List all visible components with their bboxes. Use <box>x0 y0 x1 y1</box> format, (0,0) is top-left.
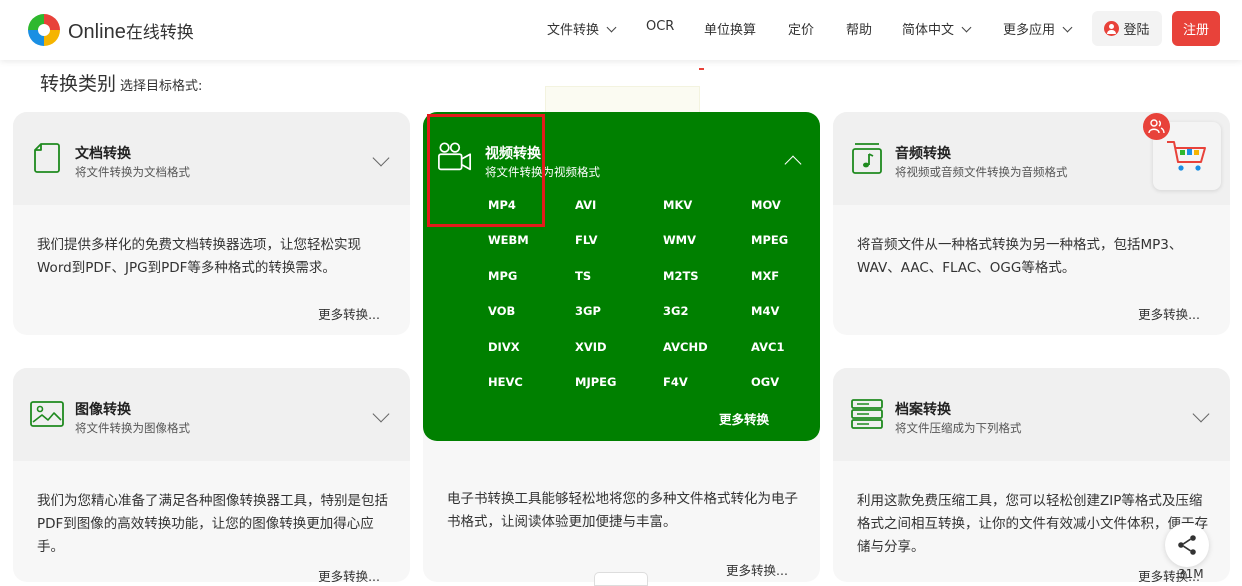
share-icon <box>1178 535 1196 555</box>
more-conversions-link[interactable]: 更多转换... <box>726 560 788 579</box>
chevron-down-icon <box>606 22 617 33</box>
selection-highlight <box>427 114 545 227</box>
nav-language[interactable]: 简体中文 <box>902 19 972 38</box>
card-header[interactable]: 档案转换 将文件压缩成为下列格式 <box>833 368 1230 461</box>
card-description: 利用这款免费压缩工具，您可以轻松创建ZIP等格式及压缩格式之间相互转换，让你的文… <box>857 493 1208 555</box>
format-option[interactable]: 3GP <box>575 304 601 318</box>
card-title: 文档转换 <box>75 146 131 162</box>
card-subtitle: 将视频或音频文件转换为音频格式 <box>895 165 1068 179</box>
card-header[interactable]: 图像转换 将文件转换为图像格式 <box>13 368 410 461</box>
top-navbar: Online在线转换 文件转换 OCR 单位换算 定价 帮助 简体中文 更多应用… <box>0 0 1242 60</box>
nav-more-apps[interactable]: 更多应用 <box>1003 19 1073 38</box>
audio-file-icon <box>852 143 882 174</box>
brand-zh: 在线转换 <box>125 23 194 42</box>
format-option[interactable]: OGV <box>751 375 779 389</box>
format-option[interactable]: F4V <box>663 375 688 389</box>
more-conversions-link[interactable]: 更多转换 <box>719 409 769 428</box>
nav-unit-conversion[interactable]: 单位换算 <box>704 19 756 38</box>
format-option[interactable]: WEBM <box>488 233 529 247</box>
site-logo-icon[interactable] <box>26 12 62 48</box>
card-header[interactable]: 文档转换 将文件转换为文档格式 <box>13 112 410 205</box>
format-option[interactable]: M4V <box>751 304 779 318</box>
nav-pricing[interactable]: 定价 <box>788 19 814 38</box>
format-option[interactable]: 3G2 <box>663 304 688 318</box>
format-option[interactable]: MJPEG <box>575 375 616 389</box>
chevron-down-icon[interactable] <box>1192 405 1210 423</box>
more-conversions-link[interactable]: 更多转换... <box>318 304 380 323</box>
image-icon <box>30 401 64 427</box>
section-title: 转换类别 选择目标格式: <box>40 69 202 96</box>
more-conversions-link[interactable]: 更多转换... <box>1138 304 1200 323</box>
nav-language-label: 简体中文 <box>902 23 955 38</box>
format-option[interactable]: VOB <box>488 304 515 318</box>
format-option[interactable]: MOV <box>751 198 781 212</box>
decorative-dash <box>699 68 704 70</box>
support-badge[interactable] <box>1143 113 1170 140</box>
card-description: 我们为您精心准备了满足各种图像转换器工具，特别是包括PDF到图像的高效转换功能，… <box>37 493 388 555</box>
section-subtitle: 选择目标格式: <box>120 79 203 94</box>
chevron-up-icon[interactable] <box>784 155 802 173</box>
bottom-tab[interactable] <box>594 572 648 586</box>
nav-file-convert[interactable]: 文件转换 <box>547 19 617 38</box>
brand-name[interactable]: Online在线转换 <box>68 18 194 44</box>
format-option[interactable]: M2TS <box>663 269 699 283</box>
chevron-down-icon[interactable] <box>372 405 390 423</box>
chevron-down-icon <box>961 22 972 33</box>
format-option[interactable]: MKV <box>663 198 692 212</box>
card-title: 档案转换 <box>895 402 951 418</box>
login-label: 登陆 <box>1123 23 1150 38</box>
card-subtitle: 将文件转换为图像格式 <box>75 421 190 435</box>
size-indicator: 31M <box>1178 567 1204 581</box>
more-conversions-link[interactable]: 更多转换... <box>318 566 380 582</box>
format-option[interactable]: AVC1 <box>751 340 784 354</box>
card-title: 音频转换 <box>895 146 951 162</box>
card-description: 我们提供多样化的免费文档转换器选项，让您轻松实现Word到PDF、JPG到PDF… <box>37 237 361 276</box>
section-title-text: 转换类别 <box>40 73 117 95</box>
chevron-down-icon <box>1062 22 1073 33</box>
register-button[interactable]: 注册 <box>1172 11 1220 46</box>
card-description: 电子书转换工具能够轻松地将您的多种文件格式转化为电子书格式，让阅读体验更加便捷与… <box>447 491 798 530</box>
image-convert-card[interactable]: 图像转换 将文件转换为图像格式 我们为您精心准备了满足各种图像转换器工具，特别是… <box>13 368 410 582</box>
card-subtitle: 将文件转换为文档格式 <box>75 165 190 179</box>
format-option[interactable]: XVID <box>575 340 607 354</box>
nav-file-convert-label: 文件转换 <box>547 23 600 38</box>
format-option[interactable]: WMV <box>663 233 696 247</box>
format-option[interactable]: FLV <box>575 233 598 247</box>
user-group-icon <box>1148 119 1165 134</box>
format-option[interactable]: TS <box>575 269 591 283</box>
format-option[interactable]: AVCHD <box>663 340 708 354</box>
nav-ocr[interactable]: OCR <box>646 19 674 34</box>
format-option[interactable]: MXF <box>751 269 779 283</box>
chevron-down-icon[interactable] <box>372 149 390 167</box>
brand-en: Online <box>68 21 126 43</box>
card-description: 将音频文件从一种格式转换为另一种格式，包括MP3、WAV、AAC、FLAC、OG… <box>857 237 1183 276</box>
document-icon <box>34 143 60 173</box>
nav-more-apps-label: 更多应用 <box>1003 23 1056 38</box>
format-option[interactable]: DIVX <box>488 340 520 354</box>
login-button[interactable]: 登陆 <box>1092 11 1162 46</box>
card-title: 图像转换 <box>75 402 131 418</box>
archive-stack-icon <box>851 399 883 429</box>
format-option[interactable]: MPG <box>488 269 517 283</box>
nav-help[interactable]: 帮助 <box>846 19 872 38</box>
document-convert-card[interactable]: 文档转换 将文件转换为文档格式 我们提供多样化的免费文档转换器选项，让您轻松实现… <box>13 112 410 335</box>
card-subtitle: 将文件压缩成为下列格式 <box>895 421 1022 435</box>
format-option[interactable]: MPEG <box>751 233 788 247</box>
shopping-cart-icon <box>1167 141 1206 171</box>
format-option[interactable]: HEVC <box>488 375 523 389</box>
share-button[interactable] <box>1165 523 1209 567</box>
user-icon <box>1104 21 1120 36</box>
faint-placeholder <box>545 86 700 114</box>
format-option[interactable]: AVI <box>575 198 596 212</box>
